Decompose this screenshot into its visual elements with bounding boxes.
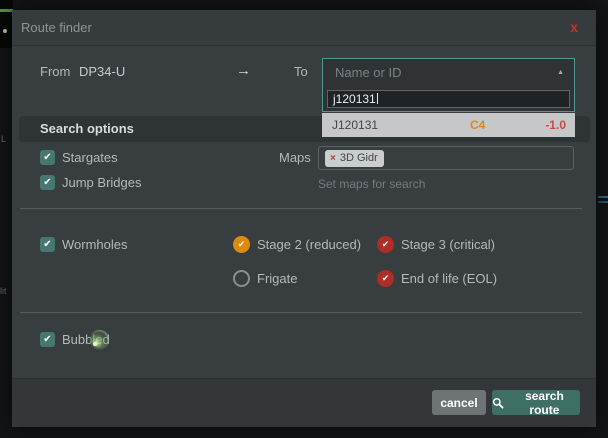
caret-up-icon: ▲ (557, 69, 564, 76)
suggestion-row[interactable]: J120131 C4 -1.0 (322, 113, 575, 137)
cancel-button[interactable]: cancel (432, 390, 486, 415)
to-label: To (294, 64, 308, 80)
suggestion-security: -1.0 (545, 113, 566, 137)
route-finder-dialog: Route finder x From DP34-U → To Name or … (12, 10, 596, 427)
backdrop-text-fragment: lit (0, 286, 7, 296)
wormholes-checkbox[interactable]: ✔ (40, 237, 55, 252)
search-icon (492, 397, 504, 409)
dialog-footer: cancel search route (12, 378, 596, 427)
wormholes-label: Wormholes (62, 237, 128, 253)
to-select-toggle[interactable]: Name or ID ▲ (323, 59, 574, 86)
tag-remove-icon[interactable]: × (330, 153, 336, 164)
check-icon: ✔ (382, 239, 390, 249)
stage3-label: Stage 3 (critical) (401, 237, 495, 253)
eol-checkbox[interactable]: ✔ (377, 270, 394, 287)
check-icon: ✔ (238, 239, 246, 249)
search-options-label: Search options (40, 116, 134, 142)
check-icon: ✔ (238, 273, 246, 283)
dialog-header: Route finder x (12, 10, 596, 46)
check-icon: ✔ (382, 273, 390, 283)
dialog-title: Route finder (21, 10, 92, 46)
backdrop-stripe (598, 196, 608, 198)
stage2-checkbox[interactable]: ✔ (233, 236, 250, 253)
suggestion-wh-class: C4 (470, 113, 485, 137)
check-icon: ✔ (43, 177, 51, 188)
to-search-value: j120131 (333, 92, 376, 106)
bubbled-checkbox[interactable]: ✔ (40, 332, 55, 347)
stage2-label: Stage 2 (reduced) (257, 237, 361, 253)
backdrop-text-fragment: L (1, 134, 6, 144)
jump-bridges-checkbox[interactable]: ✔ (40, 175, 55, 190)
to-select-placeholder: Name or ID (335, 59, 401, 86)
to-system-select[interactable]: Name or ID ▲ j120131 (322, 58, 575, 112)
from-label: From (40, 64, 70, 80)
divider (20, 312, 582, 313)
frigate-checkbox[interactable]: ✔ (233, 270, 250, 287)
search-route-button[interactable]: search route (492, 390, 580, 415)
from-value: DP34-U (79, 64, 125, 80)
stargates-label: Stargates (62, 150, 118, 166)
maps-hint: Set maps for search (318, 176, 425, 192)
maps-field[interactable]: × 3D Gidr (318, 146, 574, 170)
suggestion-system-name: J120131 (332, 113, 378, 137)
bubble-icon (90, 330, 109, 349)
stage3-checkbox[interactable]: ✔ (377, 236, 394, 253)
backdrop-dot (3, 29, 7, 33)
frigate-label: Frigate (257, 271, 297, 287)
divider (20, 208, 582, 209)
check-icon: ✔ (43, 334, 51, 345)
maps-tag-label: 3D Gidr (340, 152, 378, 164)
arrow-right-icon: → (236, 62, 251, 79)
close-icon[interactable]: x (566, 10, 582, 46)
maps-tag: × 3D Gidr (325, 150, 384, 167)
search-route-label: search route (509, 389, 580, 417)
eol-label: End of life (EOL) (401, 271, 497, 287)
stargates-checkbox[interactable]: ✔ (40, 150, 55, 165)
jump-bridges-label: Jump Bridges (62, 175, 141, 191)
maps-label: Maps (279, 150, 311, 166)
check-icon: ✔ (43, 239, 51, 250)
text-cursor (377, 93, 378, 104)
check-icon: ✔ (43, 152, 51, 163)
backdrop-stripe (598, 201, 608, 203)
to-search-input[interactable]: j120131 (327, 90, 570, 108)
